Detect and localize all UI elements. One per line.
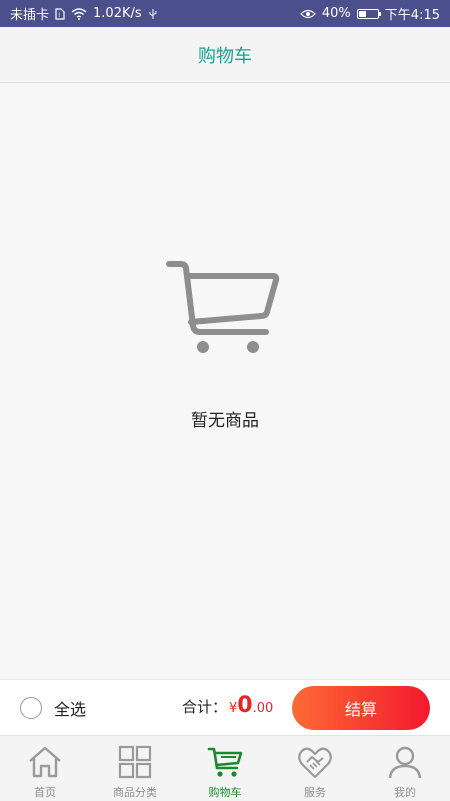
page-header: 购物车 xyxy=(0,27,450,83)
bottom-tab-bar: 首页 商品分类 购物车 服务 我的 xyxy=(0,735,450,801)
currency-symbol: ¥ xyxy=(229,701,238,716)
cart-empty-area xyxy=(0,82,450,679)
select-all-label: 全选 xyxy=(54,700,87,719)
checkout-bar: 全选 合计： ¥ 0 .00 结算 xyxy=(0,679,450,736)
tab-cart-label: 购物车 xyxy=(208,786,242,799)
tab-profile[interactable]: 我的 xyxy=(360,736,450,801)
tab-service-label: 服务 xyxy=(304,786,326,799)
wifi-icon xyxy=(71,7,87,20)
total-amount-decimal: .00 xyxy=(252,701,274,716)
tab-home[interactable]: 首页 xyxy=(0,736,90,801)
battery-icon xyxy=(356,8,381,19)
tab-categories[interactable]: 商品分类 xyxy=(90,736,180,801)
battery-percent: 40% xyxy=(321,6,351,21)
status-right: 40% 下午4:15 xyxy=(300,4,440,23)
home-icon xyxy=(29,746,61,778)
tab-cart[interactable]: 购物车 xyxy=(180,736,270,801)
status-left: 未插卡 ! 1.02K/s xyxy=(10,4,158,23)
eye-icon xyxy=(300,9,316,19)
total-price: 合计： ¥ 0 .00 xyxy=(182,693,273,718)
tab-home-label: 首页 xyxy=(34,786,56,799)
sim-icon: ! xyxy=(55,7,65,20)
checkout-button[interactable]: 结算 xyxy=(292,686,430,730)
total-label: 合计： xyxy=(182,698,228,716)
person-icon xyxy=(388,746,422,779)
tab-service[interactable]: 服务 xyxy=(270,736,360,801)
grid-icon xyxy=(118,745,152,779)
total-amount-integer: 0 xyxy=(237,693,253,718)
carrier-text: 未插卡 xyxy=(10,8,50,23)
clock: 下午4:15 xyxy=(384,8,440,23)
empty-message: 暂无商品 xyxy=(191,411,259,431)
cart-icon xyxy=(166,261,280,353)
svg-text:!: ! xyxy=(58,12,60,19)
tab-profile-label: 我的 xyxy=(394,786,416,799)
select-all-toggle[interactable]: 全选 xyxy=(20,696,86,720)
network-speed: 1.02K/s xyxy=(93,6,142,21)
status-bar: 未插卡 ! 1.02K/s 40% 下午4:15 xyxy=(0,0,450,27)
battery-fill xyxy=(358,10,366,17)
cart-icon xyxy=(207,747,243,777)
page-title: 购物车 xyxy=(198,45,252,67)
tab-categories-label: 商品分类 xyxy=(113,786,157,799)
usb-icon xyxy=(148,8,158,20)
handshake-icon xyxy=(298,747,332,779)
select-all-radio[interactable] xyxy=(20,697,42,719)
